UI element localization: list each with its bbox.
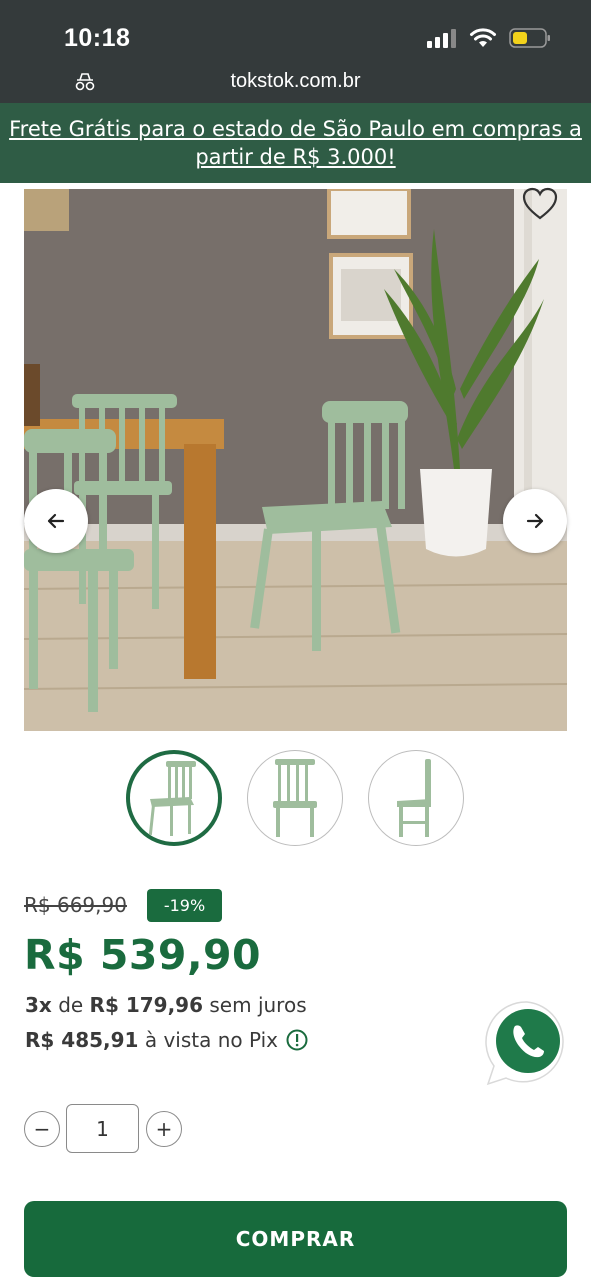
product-photo — [24, 189, 567, 731]
quantity-decrease-button[interactable]: − — [24, 1111, 60, 1147]
heart-icon[interactable] — [522, 187, 558, 221]
quantity-input[interactable] — [66, 1104, 139, 1153]
discount-badge: -19% — [147, 889, 222, 922]
installments-suffix: sem juros — [209, 993, 307, 1017]
promo-banner[interactable]: Frete Grátis para o estado de São Paulo … — [0, 103, 591, 183]
chair-thumbnail — [148, 761, 196, 836]
product-image[interactable] — [24, 189, 567, 731]
whatsapp-icon[interactable] — [484, 1000, 570, 1086]
quantity-increase-button[interactable]: + — [146, 1111, 182, 1147]
chair-thumbnail — [397, 759, 431, 837]
battery-icon — [509, 28, 550, 48]
installments-de: de — [58, 993, 84, 1017]
old-price: R$ 669,90 — [24, 893, 127, 917]
chair-thumbnail — [273, 759, 317, 837]
thumbnail-2[interactable] — [247, 750, 343, 846]
pix-value: R$ 485,91 — [25, 1028, 139, 1052]
signal-icon — [427, 29, 456, 48]
status-icons — [427, 27, 551, 49]
pix-suffix: à vista no Pix — [144, 1028, 278, 1052]
installments-info: 3x de R$ 179,96 sem juros — [25, 993, 307, 1017]
minus-icon: − — [33, 1117, 51, 1141]
arrow-left-icon — [47, 513, 65, 529]
previous-image-button[interactable] — [24, 489, 88, 553]
pix-info: R$ 485,91 à vista no Pix — [25, 1028, 308, 1052]
arrow-right-icon — [526, 513, 544, 529]
info-icon[interactable] — [286, 1029, 308, 1051]
browser-top-bar: 10:18 tokstok.com.br — [0, 0, 591, 103]
current-price: R$ 539,90 — [24, 931, 262, 979]
wifi-icon — [470, 28, 496, 47]
status-time: 10:18 — [64, 24, 131, 52]
installments-count: 3x — [25, 993, 52, 1017]
promo-text[interactable]: Frete Grátis para o estado de São Paulo … — [0, 115, 591, 171]
installments-value: R$ 179,96 — [89, 993, 204, 1017]
thumbnail-1[interactable] — [126, 750, 222, 846]
address-bar[interactable]: tokstok.com.br — [0, 66, 591, 98]
buy-button[interactable]: COMPRAR — [24, 1201, 567, 1277]
next-image-button[interactable] — [503, 489, 567, 553]
thumbnail-3[interactable] — [368, 750, 464, 846]
url-text[interactable]: tokstok.com.br — [0, 70, 591, 93]
plus-icon: + — [155, 1117, 173, 1141]
